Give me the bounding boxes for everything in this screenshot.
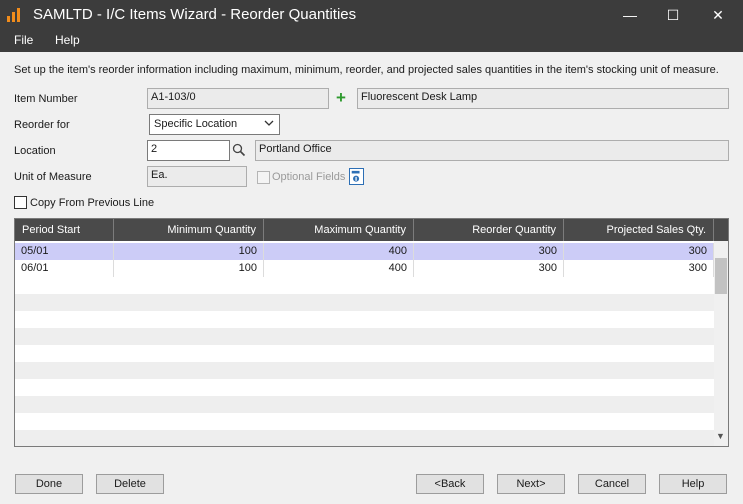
reorder-for-select[interactable]: Specific Location xyxy=(149,114,280,135)
window-title: SAMLTD - I/C Items Wizard - Reorder Quan… xyxy=(33,6,357,23)
cancel-button[interactable]: Cancel xyxy=(578,474,646,494)
vertical-scrollbar[interactable]: ▼ xyxy=(714,241,728,446)
delete-button[interactable]: Delete xyxy=(96,474,164,494)
help-button[interactable]: Help xyxy=(659,474,727,494)
location-label: Location xyxy=(14,145,56,157)
cell-minimum-quantity[interactable]: 100 xyxy=(114,260,264,277)
close-button[interactable]: ✕ xyxy=(695,0,741,30)
optional-fields-label: Optional Fields xyxy=(272,171,346,183)
cell-maximum-quantity[interactable]: 400 xyxy=(264,260,414,277)
item-number-label: Item Number xyxy=(14,93,78,105)
add-icon[interactable]: + xyxy=(336,88,346,108)
cell-reorder-quantity[interactable]: 300 xyxy=(414,260,564,277)
cell-period-start[interactable]: 06/01 xyxy=(15,260,114,277)
item-number-field: A1-103/0 xyxy=(147,88,329,109)
location-input[interactable]: 2 xyxy=(147,140,230,161)
cell-minimum-quantity[interactable]: 100 xyxy=(114,243,264,260)
reorder-for-label: Reorder for xyxy=(14,119,70,131)
uom-field: Ea. xyxy=(147,166,247,187)
table-row[interactable]: 05/01 100 400 300 300 xyxy=(15,243,714,260)
scroll-down-icon[interactable]: ▼ xyxy=(716,431,725,441)
optional-fields-checkbox[interactable] xyxy=(257,171,270,184)
column-header-projected-sales-qty[interactable]: Projected Sales Qty. xyxy=(564,219,714,241)
reorder-for-value: Specific Location xyxy=(154,118,238,130)
empty-row[interactable] xyxy=(15,396,714,413)
done-button[interactable]: Done xyxy=(15,474,83,494)
menu-help[interactable]: Help xyxy=(55,33,80,47)
uom-label: Unit of Measure xyxy=(14,171,92,183)
column-header-maximum-quantity[interactable]: Maximum Quantity xyxy=(264,219,414,241)
copy-previous-line-checkbox[interactable] xyxy=(14,196,27,209)
reorder-grid: Period Start Minimum Quantity Maximum Qu… xyxy=(14,218,729,447)
cell-reorder-quantity[interactable]: 300 xyxy=(414,243,564,260)
cell-projected-sales-qty[interactable]: 300 xyxy=(564,260,714,277)
next-button[interactable]: Next> xyxy=(497,474,565,494)
title-bar: SAMLTD - I/C Items Wizard - Reorder Quan… xyxy=(0,0,743,30)
back-button[interactable]: <Back xyxy=(416,474,484,494)
empty-row[interactable] xyxy=(15,328,714,345)
copy-previous-line-label: Copy From Previous Line xyxy=(30,197,155,209)
optional-fields-icon[interactable] xyxy=(349,168,364,185)
cell-projected-sales-qty[interactable]: 300 xyxy=(564,243,714,260)
table-row[interactable]: 06/01 100 400 300 300 xyxy=(15,260,714,277)
maximize-button[interactable]: ☐ xyxy=(650,0,696,30)
menu-bar: File Help xyxy=(0,30,743,52)
cell-period-start[interactable]: 05/01 xyxy=(15,243,114,260)
scrollbar-thumb[interactable] xyxy=(715,258,727,294)
minimize-button[interactable]: — xyxy=(607,0,653,30)
instructions-text: Set up the item's reorder information in… xyxy=(14,64,719,76)
empty-row[interactable] xyxy=(15,294,714,311)
chevron-down-icon xyxy=(264,120,274,126)
cell-maximum-quantity[interactable]: 400 xyxy=(264,243,414,260)
grid-header: Period Start Minimum Quantity Maximum Qu… xyxy=(15,219,728,241)
column-header-period-start[interactable]: Period Start xyxy=(15,219,114,241)
app-icon xyxy=(7,8,21,22)
menu-file[interactable]: File xyxy=(14,33,33,47)
empty-row[interactable] xyxy=(15,430,714,446)
search-icon[interactable] xyxy=(232,143,246,157)
column-header-minimum-quantity[interactable]: Minimum Quantity xyxy=(114,219,264,241)
location-name-field: Portland Office xyxy=(255,140,729,161)
item-description-field: Fluorescent Desk Lamp xyxy=(357,88,729,109)
empty-row[interactable] xyxy=(15,362,714,379)
column-header-reorder-quantity[interactable]: Reorder Quantity xyxy=(414,219,564,241)
